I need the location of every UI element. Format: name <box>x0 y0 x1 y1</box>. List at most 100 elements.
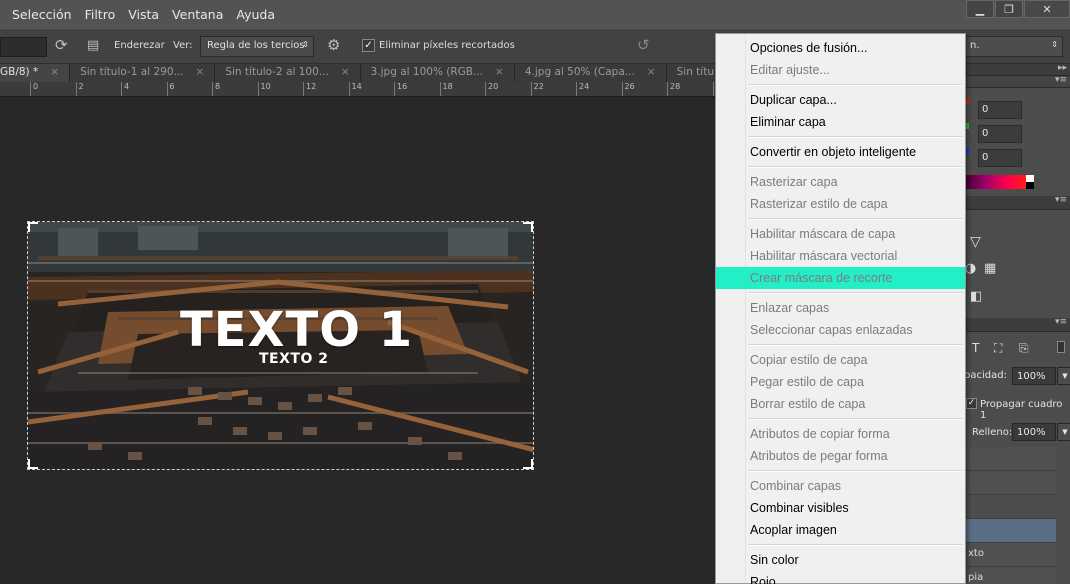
menu-item-sin-color[interactable]: Sin color <box>716 549 965 571</box>
menu-vista[interactable]: Vista <box>122 7 166 22</box>
blue-value-field[interactable]: 0 <box>978 149 1022 167</box>
menu-item-editar-ajuste: Editar ajuste... <box>750 63 830 77</box>
crop-handle-bottom-left[interactable] <box>28 459 38 469</box>
canvas-area[interactable]: TEXTO 1 TEXTO 2 <box>0 97 715 584</box>
menu-filtro[interactable]: Filtro <box>79 7 123 22</box>
overlay-select-value: Regla de los tercios <box>207 40 305 51</box>
panel-menu-icon[interactable]: ▸▸ <box>1058 63 1067 73</box>
color-spectrum[interactable] <box>964 175 1034 189</box>
angle-input[interactable] <box>0 37 47 57</box>
tab-sin-titulo-2[interactable]: Sin título-2 al 100... × <box>215 64 361 82</box>
crop-handle-top-right[interactable] <box>523 222 533 232</box>
straighten-icon[interactable]: ▤ <box>87 38 99 53</box>
document-tabs: GB/8) * × Sin título-1 al 290... × Sin tít… <box>0 64 798 82</box>
close-button[interactable]: ✕ <box>1024 0 1070 18</box>
layer-row[interactable] <box>964 495 1056 519</box>
tab-3-jpg[interactable]: 3.jpg al 100% (RGB... × <box>360 64 515 82</box>
menu-seleccion[interactable]: Selección <box>0 7 79 22</box>
menu-item-convertir-en-objeto-inteligente[interactable]: Convertir en objeto inteligente <box>716 141 965 163</box>
fill-field[interactable]: 100% ▼ <box>1012 423 1070 441</box>
preset-select[interactable]: n. ⇕ <box>963 36 1063 57</box>
document-image[interactable]: TEXTO 1 TEXTO 2 <box>27 221 534 470</box>
preset-select-value: n. <box>970 40 980 51</box>
menu-separator <box>748 136 962 138</box>
panel-menu-icon[interactable]: ▾≡ <box>1055 75 1067 85</box>
tab-document-active[interactable]: GB/8) * × <box>0 64 71 82</box>
grid-adjust-icon[interactable]: ▦ <box>984 261 996 276</box>
layer-row-selected[interactable] <box>964 519 1056 543</box>
ruler-tick: 16 <box>394 82 407 96</box>
delete-pixels-label: Eliminar píxeles recortados <box>379 40 515 51</box>
close-icon: ✕ <box>1042 2 1052 16</box>
ruler-tick: 2 <box>75 82 84 96</box>
panel-header-adjust[interactable]: ▾≡ <box>964 195 1070 210</box>
menu-ayuda[interactable]: Ayuda <box>230 7 282 22</box>
triangle-adjust-icon[interactable]: ▽ <box>970 234 981 250</box>
dropdown-arrow-icon[interactable]: ▼ <box>1057 367 1070 385</box>
menu-item-borrar-estilo-de-capa: Borrar estilo de capa <box>750 397 866 411</box>
propagate-checkbox[interactable]: ✓ <box>966 398 977 409</box>
headline-text-layer[interactable]: TEXTO 1 <box>180 302 413 358</box>
menu-ventana[interactable]: Ventana <box>166 7 230 22</box>
ruler-tick: 20 <box>485 82 498 96</box>
layer-row[interactable]: pia <box>964 567 1056 584</box>
menu-item-opciones-de-fusion[interactable]: Opciones de fusión... <box>716 37 965 59</box>
layer-context-menu: Opciones de fusión... Editar ajuste... Dup… <box>715 33 966 584</box>
menu-item-rojo[interactable]: Rojo <box>716 571 965 584</box>
menu-item-eliminar-capa[interactable]: Eliminar capa <box>716 111 965 133</box>
menu-item-crear-mascara-de-recorte: Crear máscara de recorte <box>716 267 965 289</box>
close-icon[interactable]: × <box>647 66 656 82</box>
tab-4-jpg[interactable]: 4.jpg al 50% (Capa... × <box>514 64 667 82</box>
ruler-tick: 6 <box>166 82 175 96</box>
close-icon[interactable]: × <box>50 66 59 82</box>
gear-icon[interactable]: ⚙ <box>327 36 340 54</box>
close-icon[interactable]: × <box>341 66 350 82</box>
view-label: Ver: <box>173 40 193 51</box>
menu-item-combinar-visibles[interactable]: Combinar visibles <box>716 497 965 519</box>
smart-object-filter-icon[interactable]: ⎘ <box>1019 341 1029 356</box>
layer-row[interactable] <box>964 471 1056 495</box>
shape-filter-icon[interactable]: ⛶ <box>994 341 1002 356</box>
restore-button[interactable]: ❐ <box>995 0 1023 18</box>
reset-rotate-icon[interactable]: ⟳ <box>55 36 68 54</box>
black-white-swatch[interactable] <box>1026 175 1034 189</box>
menu-item-acoplar-imagen[interactable]: Acoplar imagen <box>716 519 965 541</box>
ruler-tick: 22 <box>530 82 544 96</box>
menu-item-enlazar-capas: Enlazar capas <box>750 301 830 315</box>
restore-icon: ❐ <box>1004 2 1014 16</box>
filter-toggle[interactable] <box>1057 341 1065 353</box>
delete-pixels-checkbox[interactable]: ✓ <box>362 39 375 52</box>
window-controls: ▁ ❐ ✕ <box>965 0 1070 20</box>
fill-value: 100% <box>1017 427 1046 438</box>
close-icon[interactable]: × <box>196 66 205 82</box>
ruler-tick: 14 <box>348 82 362 96</box>
crop-handle-bottom-right[interactable] <box>523 459 533 469</box>
dropdown-arrow-icon[interactable]: ▼ <box>1057 423 1070 441</box>
close-icon[interactable]: × <box>495 66 504 82</box>
subtitle-text-layer[interactable]: TEXTO 2 <box>259 351 328 367</box>
horizontal-ruler: 024681012141618202224262830 <box>0 82 715 97</box>
layer-row[interactable]: xto <box>964 543 1056 567</box>
layer-row[interactable] <box>964 447 1056 471</box>
circle-adjust-icon[interactable]: ◑ <box>965 261 976 276</box>
straighten-label[interactable]: Enderezar <box>114 40 165 51</box>
text-filter-icon[interactable]: T <box>972 341 979 355</box>
opacity-field[interactable]: 100% ▼ <box>1012 367 1070 385</box>
overlay-select[interactable]: Regla de los tercios ⇕ <box>200 36 314 57</box>
panel-menu-icon[interactable]: ▾≡ <box>1055 317 1067 327</box>
panel-menu-icon[interactable]: ▾≡ <box>1055 195 1067 205</box>
panel-header-color[interactable]: ▾≡ <box>964 75 1070 88</box>
red-value-field[interactable]: 0 <box>978 101 1022 119</box>
panel-header-layers[interactable]: ▾≡ <box>964 317 1070 332</box>
green-value-field[interactable]: 0 <box>978 125 1022 143</box>
menu-separator <box>748 344 962 346</box>
ruler-tick: 24 <box>576 82 589 96</box>
square-adjust-icon[interactable]: ◧ <box>970 289 982 304</box>
crop-handle-top-left[interactable] <box>28 222 38 232</box>
tab-sin-titulo-1[interactable]: Sin título-1 al 290... × <box>70 64 216 82</box>
tab-label: 4.jpg al 50% (Capa... <box>524 66 635 78</box>
undo-crop-icon[interactable]: ↺ <box>637 36 650 54</box>
minimize-button[interactable]: ▁ <box>966 0 994 18</box>
ruler-tick: 8 <box>212 82 220 96</box>
menu-item-duplicar-capa[interactable]: Duplicar capa... <box>716 89 965 111</box>
